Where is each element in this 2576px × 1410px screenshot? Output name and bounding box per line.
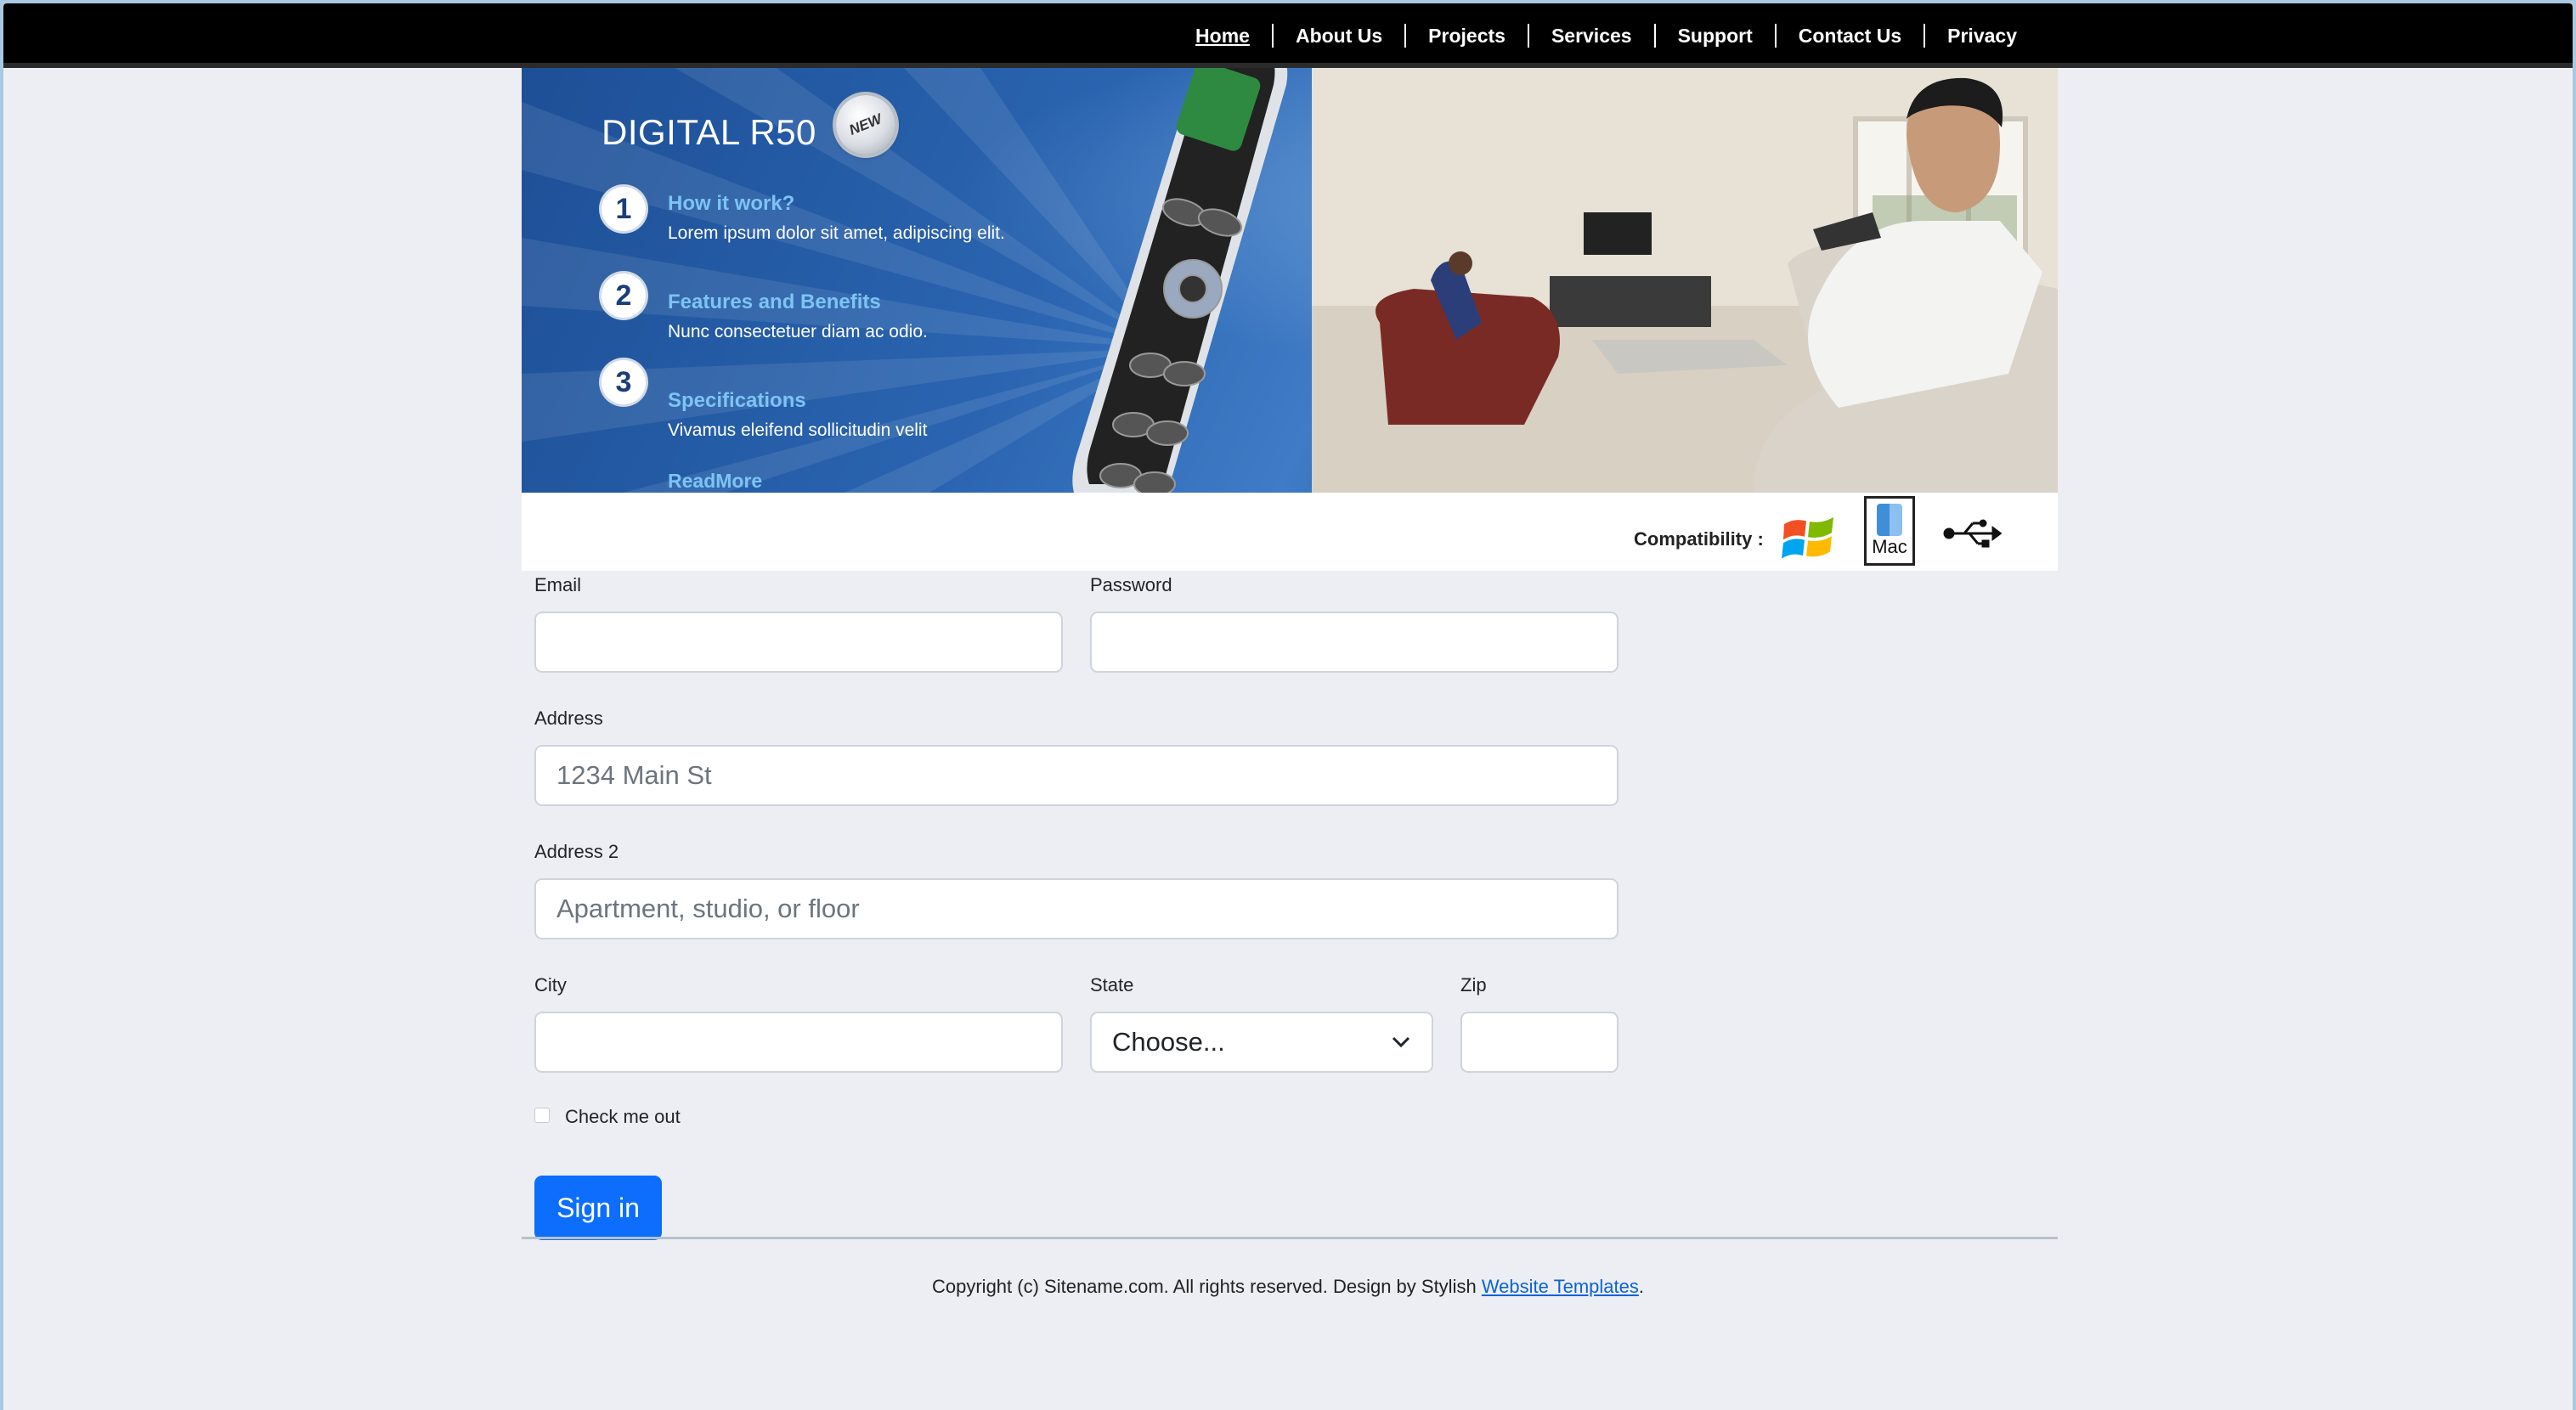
step-1-desc: Lorem ipsum dolor sit amet, adipiscing e… <box>668 223 1005 243</box>
step-3-desc: Vivamus eleifend sollicitudin velit <box>668 420 928 440</box>
step-2-number: 2 <box>602 274 646 318</box>
state-select-value: Choose... <box>1112 1027 1225 1057</box>
chevron-down-icon <box>1392 1036 1410 1048</box>
mac-icon: Mac <box>1864 496 1915 566</box>
nav-contact-us[interactable]: Contact Us <box>1777 23 1924 48</box>
living-room-photo <box>1312 68 2058 493</box>
footer: Copyright (c) Sitename.com. All rights r… <box>3 1276 2573 1298</box>
email-label: Email <box>534 574 582 595</box>
step-3-title[interactable]: Specifications <box>668 389 806 413</box>
mac-icon-label: Mac <box>1872 536 1907 557</box>
product-title: DIGITAL R50 <box>602 112 816 152</box>
copyright-text: Copyright (c) Sitename.com. All rights r… <box>932 1276 1477 1297</box>
room-illustration <box>1312 68 2058 493</box>
step-1-number: 1 <box>602 187 646 231</box>
address2-field[interactable] <box>534 878 1618 939</box>
step-2-title[interactable]: Features and Benefits <box>668 290 881 314</box>
page-frame: Home About Us Projects Services Support … <box>3 3 2573 1410</box>
step-2-desc: Nunc consectetuer diam ac odio. <box>668 322 928 341</box>
footer-divider <box>522 1237 2058 1239</box>
nav-projects[interactable]: Projects <box>1406 23 1528 48</box>
nav-support[interactable]: Support <box>1656 23 1775 48</box>
zip-field[interactable] <box>1460 1012 1618 1073</box>
usb-icon <box>1943 519 2002 548</box>
compatibility-label: Compatibility : <box>1634 528 1764 550</box>
address-field[interactable] <box>534 745 1618 806</box>
nav-services[interactable]: Services <box>1529 23 1654 48</box>
email-field[interactable] <box>534 612 1063 673</box>
hero-banner: DIGITAL R50 NEW 1 How it work? Lorem ips… <box>522 68 2058 493</box>
zip-label: Zip <box>1460 974 1487 995</box>
city-field[interactable] <box>534 1012 1063 1073</box>
new-badge-label: NEW <box>846 110 884 138</box>
check-me-out-checkbox[interactable] <box>534 1108 550 1123</box>
check-me-out-label[interactable]: Check me out <box>565 1106 681 1128</box>
address2-label: Address 2 <box>534 841 619 862</box>
website-templates-link[interactable]: Website Templates <box>1482 1276 1639 1297</box>
remote-control-image <box>1072 68 1288 493</box>
compatibility-bar: Compatibility : Mac <box>522 493 2058 571</box>
top-nav-bar: Home About Us Projects Services Support … <box>3 3 2573 68</box>
state-select[interactable]: Choose... <box>1090 1012 1433 1073</box>
city-label: City <box>534 974 567 995</box>
address-label: Address <box>534 708 603 729</box>
state-label: State <box>1090 974 1134 995</box>
password-label: Password <box>1090 574 1172 595</box>
footer-period: . <box>1638 1276 1644 1297</box>
step-3-number: 3 <box>602 360 646 404</box>
main-nav: Home About Us Projects Services Support … <box>1173 3 2039 68</box>
step-1-title[interactable]: How it work? <box>668 192 794 216</box>
readmore-link[interactable]: ReadMore <box>668 470 762 493</box>
nav-about-us[interactable]: About Us <box>1274 23 1404 48</box>
password-field[interactable] <box>1090 612 1618 673</box>
new-badge: NEW <box>836 95 895 155</box>
nav-home[interactable]: Home <box>1173 23 1272 48</box>
windows-icon <box>1782 517 1833 559</box>
nav-privacy[interactable]: Privacy <box>1925 23 2039 48</box>
sign-in-button[interactable]: Sign in <box>534 1176 662 1240</box>
